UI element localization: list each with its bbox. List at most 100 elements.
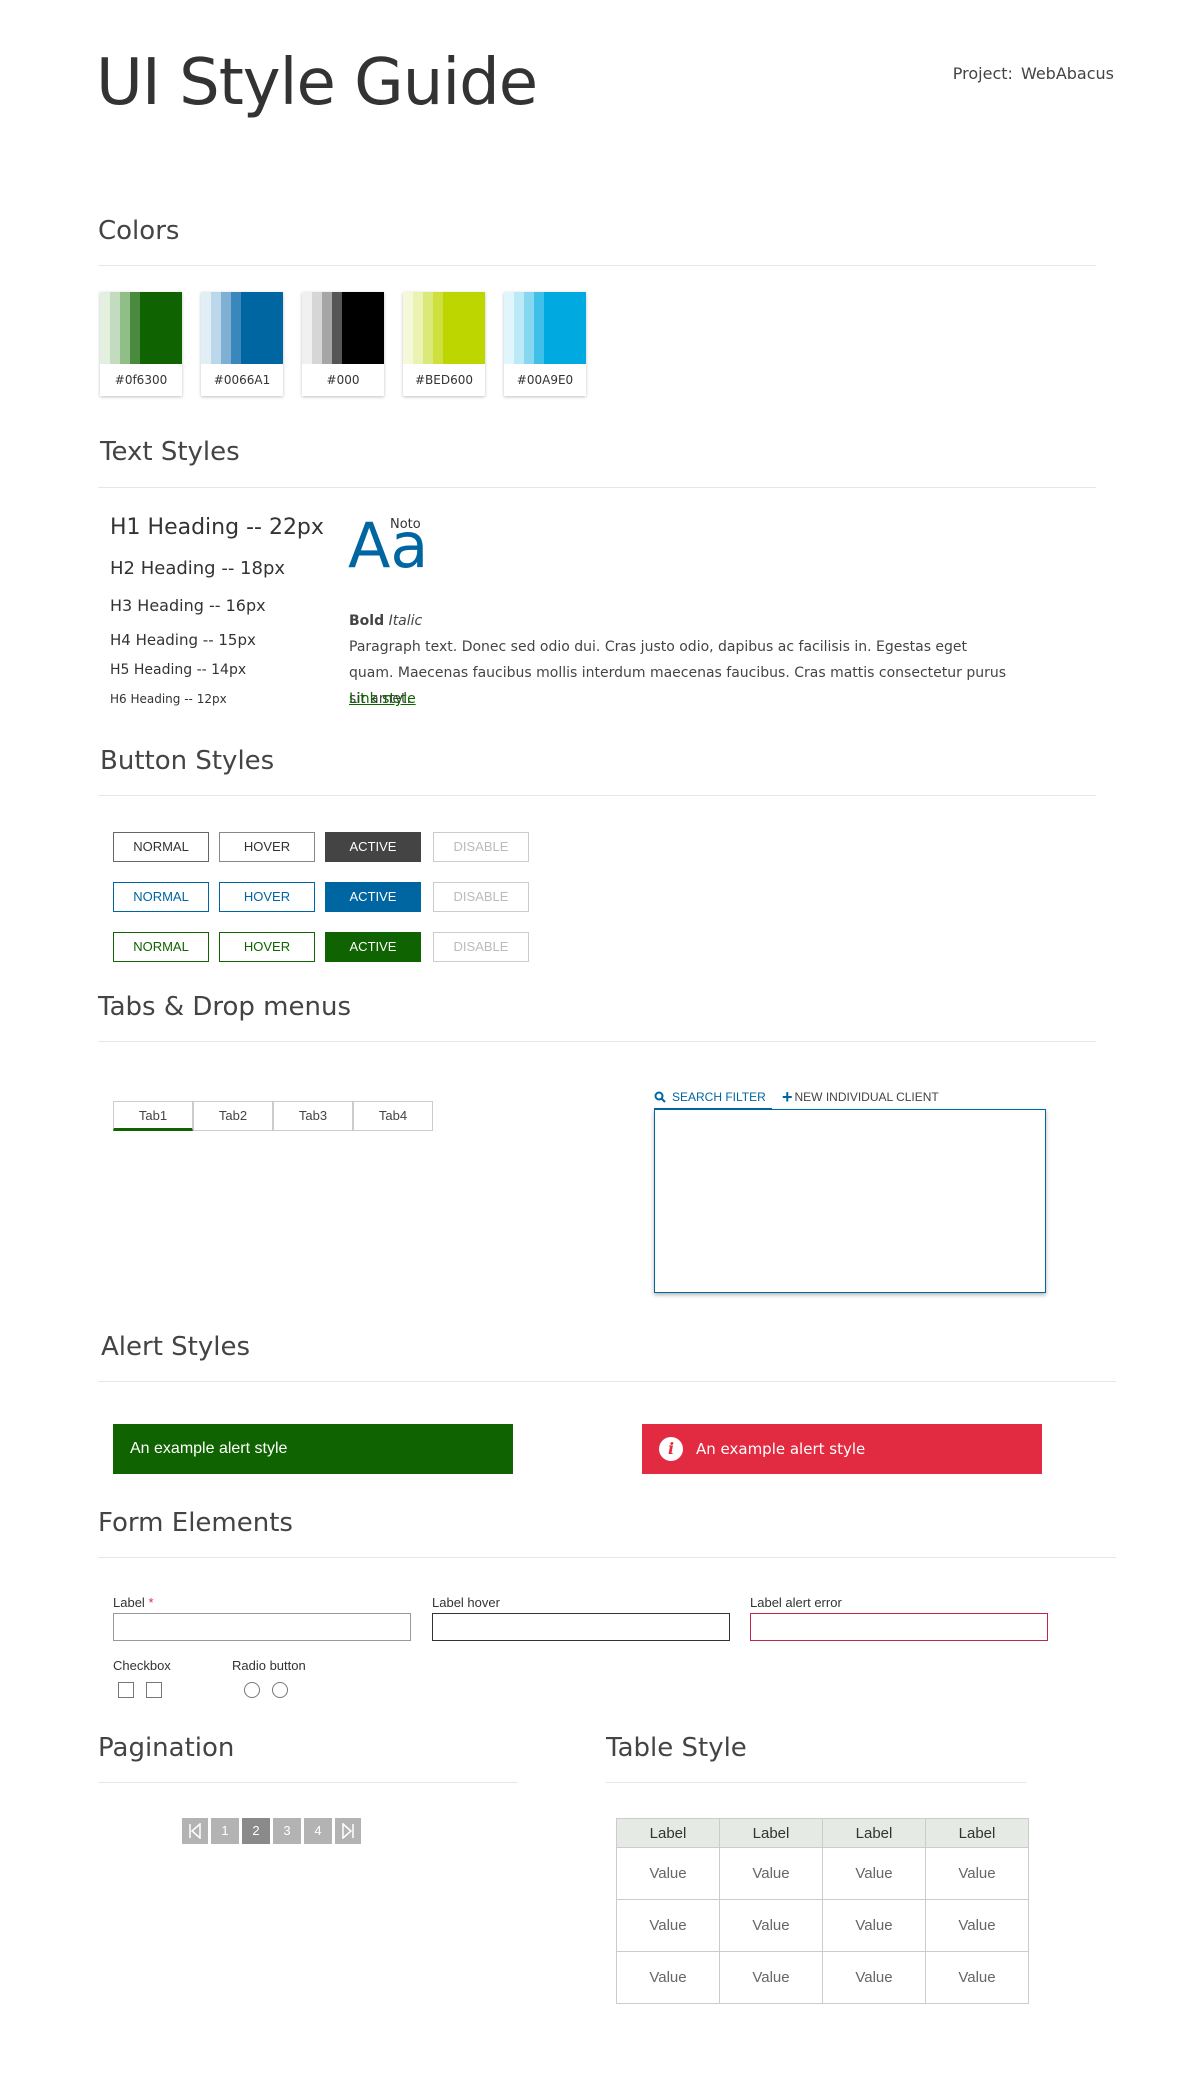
alert-error-text: An example alert style <box>696 1440 866 1458</box>
swatch-tints <box>302 292 384 364</box>
alert-success: An example alert style <box>113 1424 513 1474</box>
tint-bar <box>504 292 514 364</box>
swatch-label: #BED600 <box>414 373 473 387</box>
checkbox-label: Checkbox <box>113 1658 171 1673</box>
tab-4[interactable]: Tab4 <box>353 1101 433 1131</box>
hover-button[interactable]: HOVER <box>219 882 315 912</box>
h2-sample: H2 Heading -- 18px <box>110 558 286 579</box>
table-cell: Value <box>719 1847 823 1900</box>
tint-bar <box>433 292 443 364</box>
search-icon <box>654 1091 666 1103</box>
page-1[interactable]: 1 <box>211 1818 239 1844</box>
normal-button[interactable]: NORMAL <box>113 832 209 862</box>
color-swatch: #0066A1 <box>201 292 283 396</box>
table-cell: Value <box>719 1951 823 2004</box>
table-cell: Value <box>822 1847 926 1900</box>
active-button[interactable]: ACTIVE <box>325 832 421 862</box>
h6-sample: H6 Heading -- 12px <box>110 692 227 706</box>
table-row: Value Value Value Value <box>616 1847 1029 1900</box>
table-cell: Value <box>616 1847 720 1900</box>
project-value: WebAbacus <box>1020 64 1114 83</box>
color-swatch: #0f6300 <box>100 292 182 396</box>
tint-bar <box>130 292 140 364</box>
hover-button[interactable]: HOVER <box>219 932 315 962</box>
text-input[interactable] <box>113 1613 411 1641</box>
page-3[interactable]: 3 <box>273 1818 301 1844</box>
tab-new-client[interactable]: + NEW INDIVIDUAL CLIENT <box>782 1086 939 1108</box>
section-title-alerts: Alert Styles <box>101 1332 251 1362</box>
h1-sample: H1 Heading -- 22px <box>110 515 324 540</box>
label-text: Label <box>113 1595 145 1610</box>
radio-2[interactable] <box>272 1682 288 1698</box>
table-cell: Value <box>719 1899 823 1952</box>
required-mark: * <box>148 1595 154 1610</box>
page-4[interactable]: 4 <box>304 1818 332 1844</box>
alert-error: i An example alert style <box>642 1424 1042 1474</box>
hover-button[interactable]: HOVER <box>219 832 315 862</box>
checkbox-1[interactable] <box>118 1682 134 1698</box>
new-client-label: NEW INDIVIDUAL CLIENT <box>794 1090 939 1104</box>
normal-button[interactable]: NORMAL <box>113 882 209 912</box>
tint-bar <box>534 292 544 364</box>
table-cell: Value <box>822 1951 926 2004</box>
drop-menu-panel <box>654 1109 1046 1293</box>
pagination: 1 2 3 4 <box>182 1818 361 1844</box>
swatch-label: #000 <box>326 373 360 387</box>
section-title-forms: Form Elements <box>98 1508 293 1538</box>
link-sample[interactable]: Link style <box>349 686 416 712</box>
project-info: Project: WebAbacus <box>953 64 1114 83</box>
plus-icon: + <box>782 1087 793 1107</box>
normal-button[interactable]: NORMAL <box>113 932 209 962</box>
font-name: Noto <box>390 517 421 532</box>
color-swatch: #00A9E0 <box>504 292 586 396</box>
checkbox-2[interactable] <box>146 1682 162 1698</box>
table-row: Value Value Value Value <box>616 1951 1029 2004</box>
tint-bar <box>201 292 211 364</box>
page-2-current[interactable]: 2 <box>242 1818 270 1844</box>
table-cell: Value <box>822 1899 926 1952</box>
tint-bar <box>403 292 413 364</box>
divider <box>98 1557 1116 1558</box>
info-icon: i <box>659 1437 683 1461</box>
swatch-tints <box>100 292 182 364</box>
tab-2[interactable]: Tab2 <box>193 1101 273 1131</box>
tab-1[interactable]: Tab1 <box>113 1101 193 1131</box>
tab-bar: Tab1 Tab2 Tab3 Tab4 <box>113 1101 433 1131</box>
search-filter-label: SEARCH FILTER <box>672 1090 766 1104</box>
text-input-error[interactable] <box>750 1613 1048 1641</box>
disable-button[interactable]: DISABLE <box>433 932 529 962</box>
tab-3[interactable]: Tab3 <box>273 1101 353 1131</box>
section-title-tabs: Tabs & Drop menus <box>98 992 352 1022</box>
swatch-label: #0066A1 <box>213 373 271 387</box>
h3-sample: H3 Heading -- 16px <box>110 596 266 615</box>
active-button[interactable]: ACTIVE <box>325 932 421 962</box>
divider <box>98 1381 1116 1382</box>
tint-bar <box>342 292 384 364</box>
table-header: Label <box>616 1818 720 1848</box>
color-swatch: #000 <box>302 292 384 396</box>
tint-bar <box>322 292 332 364</box>
text-input-hover[interactable] <box>432 1613 730 1641</box>
tint-bar <box>110 292 120 364</box>
table-header-row: Label Label Label Label <box>616 1818 1029 1848</box>
next-page-button[interactable] <box>335 1818 361 1844</box>
table-cell: Value <box>616 1899 720 1952</box>
tab-search-filter[interactable]: SEARCH FILTER <box>654 1086 772 1110</box>
section-title-pagination: Pagination <box>98 1733 235 1763</box>
swatch-label: #0f6300 <box>114 373 168 387</box>
tint-bar <box>413 292 423 364</box>
tint-bar <box>211 292 221 364</box>
radio-1[interactable] <box>244 1682 260 1698</box>
tint-bar <box>332 292 342 364</box>
swatch-tints <box>403 292 485 364</box>
tint-bar <box>524 292 534 364</box>
disable-button[interactable]: DISABLE <box>433 832 529 862</box>
italic-sample: Italic <box>388 613 423 629</box>
tint-bar <box>231 292 241 364</box>
prev-page-button[interactable] <box>182 1818 208 1844</box>
swatch-tints <box>504 292 586 364</box>
disable-button[interactable]: DISABLE <box>433 882 529 912</box>
tint-bar <box>514 292 524 364</box>
alert-success-text: An example alert style <box>130 1440 288 1457</box>
active-button[interactable]: ACTIVE <box>325 882 421 912</box>
